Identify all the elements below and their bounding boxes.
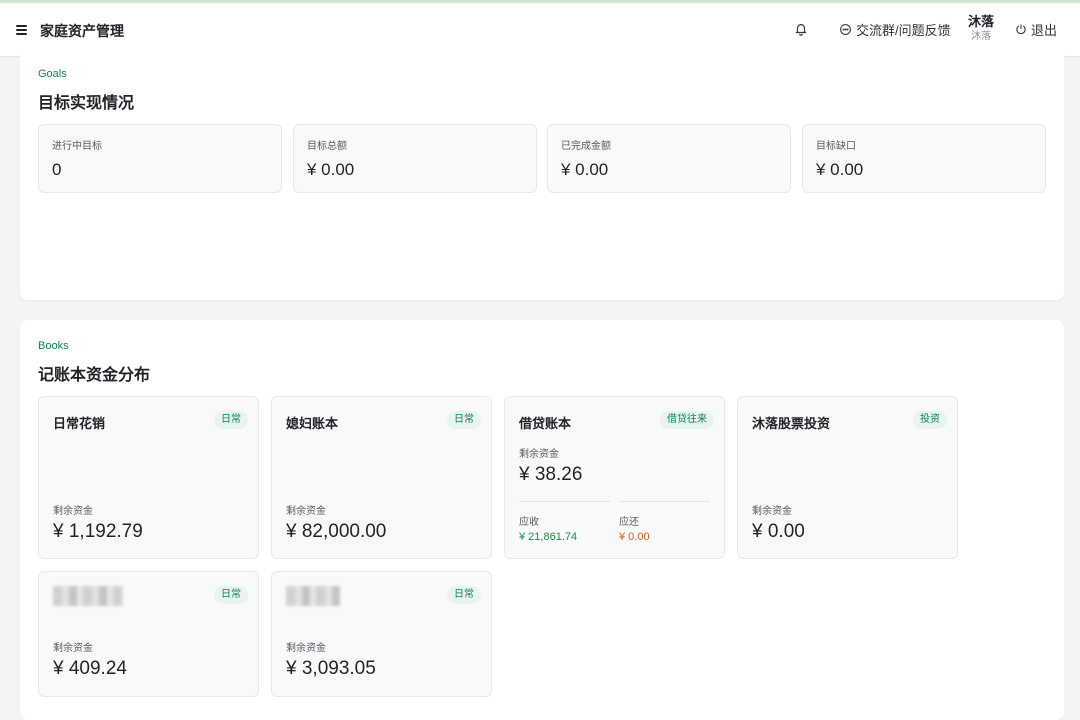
logout-button[interactable]: 退出 (1015, 19, 1057, 39)
remain-label: 剩余资金 (519, 449, 559, 460)
divider (519, 501, 610, 502)
stat-value: ¥ 0.00 (561, 160, 609, 179)
goals-section-title: 目标实现情况 (38, 95, 135, 112)
book-tag: 日常 (447, 586, 481, 604)
stat-card-goal-total: 目标总额 ¥ 0.00 (293, 124, 537, 193)
app-header: 家庭资产管理 交流群/问题反馈 沐落 沐落 退出 (0, 3, 1080, 57)
remain-label: 剩余资金 (286, 643, 326, 654)
stat-card-completed-amount: 已完成金额 ¥ 0.00 (547, 124, 791, 193)
books-section-en: Books (38, 340, 69, 352)
stat-label: 目标总额 (307, 141, 347, 152)
book-card[interactable]: 日常花销 日常 剩余资金 ¥ 1,192.79 (38, 396, 259, 559)
stat-label: 已完成金额 (561, 141, 611, 152)
book-name-redacted (53, 586, 123, 606)
book-card[interactable]: 日常 剩余资金 ¥ 3,093.05 (271, 571, 492, 697)
chat-bubble-icon (840, 23, 851, 35)
book-name: 媳妇账本 (286, 416, 339, 431)
book-card[interactable]: 日常 剩余资金 ¥ 409.24 (38, 571, 259, 697)
user-name: 沐落 (967, 14, 994, 29)
remain-value: ¥ 3,093.05 (286, 658, 376, 679)
book-tag: 投资 (913, 411, 947, 429)
remain-label: 剩余资金 (752, 506, 792, 517)
payable-label: 应还 (619, 517, 639, 528)
receivable-label: 应收 (519, 517, 539, 528)
power-icon (1016, 24, 1026, 35)
stat-label: 目标缺口 (816, 141, 856, 152)
goals-section-en: Goals (38, 68, 67, 80)
books-panel: Books 记账本资金分布 日常花销 日常 剩余资金 ¥ 1,192.79 媳妇… (20, 320, 1064, 720)
book-card-loan[interactable]: 借贷账本 借贷往来 剩余资金 ¥ 38.26 应收 ¥ 21,861.74 应还… (504, 396, 725, 559)
book-name-redacted (286, 586, 340, 606)
book-name: 日常花销 (53, 416, 106, 431)
remain-value: ¥ 0.00 (752, 521, 805, 542)
bell-icon[interactable] (794, 22, 808, 36)
book-name: 借贷账本 (519, 416, 572, 431)
book-tag: 日常 (214, 586, 248, 604)
book-name: 沐落股票投资 (752, 416, 831, 431)
stat-label: 进行中目标 (52, 141, 102, 152)
stat-card-active-goals: 进行中目标 0 (38, 124, 282, 193)
stat-value: ¥ 0.00 (816, 160, 864, 179)
book-tag: 日常 (214, 411, 248, 429)
user-info[interactable]: 沐落 沐落 (960, 14, 1002, 43)
logout-label: 退出 (1031, 22, 1058, 38)
remain-label: 剩余资金 (53, 643, 93, 654)
remain-label: 剩余资金 (53, 506, 93, 517)
book-tag: 日常 (447, 411, 481, 429)
feedback-link[interactable]: 交流群/问题反馈 (839, 19, 951, 39)
book-card[interactable]: 沐落股票投资 投资 剩余资金 ¥ 0.00 (737, 396, 958, 559)
feedback-label: 交流群/问题反馈 (856, 22, 951, 38)
divider (619, 501, 710, 502)
payable-value: ¥ 0.00 (619, 531, 650, 543)
stat-value: 0 (52, 160, 62, 179)
book-tag: 借贷往来 (660, 411, 714, 429)
remain-value: ¥ 409.24 (53, 658, 127, 679)
receivable-value: ¥ 21,861.74 (519, 531, 578, 543)
book-card[interactable]: 媳妇账本 日常 剩余资金 ¥ 82,000.00 (271, 396, 492, 559)
remain-value: ¥ 38.26 (519, 464, 583, 485)
app-title: 家庭资产管理 (40, 23, 124, 39)
remain-label: 剩余资金 (286, 506, 326, 517)
stat-value: ¥ 0.00 (307, 160, 355, 179)
user-sub: 沐落 (971, 31, 991, 42)
remain-value: ¥ 1,192.79 (53, 521, 143, 542)
menu-icon[interactable] (16, 24, 28, 35)
remain-value: ¥ 82,000.00 (286, 521, 387, 542)
goals-panel: Goals 目标实现情况 进行中目标 0 目标总额 ¥ 0.00 已完成金额 ¥… (20, 50, 1064, 300)
books-section-title: 记账本资金分布 (38, 367, 151, 384)
stat-card-goal-gap: 目标缺口 ¥ 0.00 (802, 124, 1046, 193)
